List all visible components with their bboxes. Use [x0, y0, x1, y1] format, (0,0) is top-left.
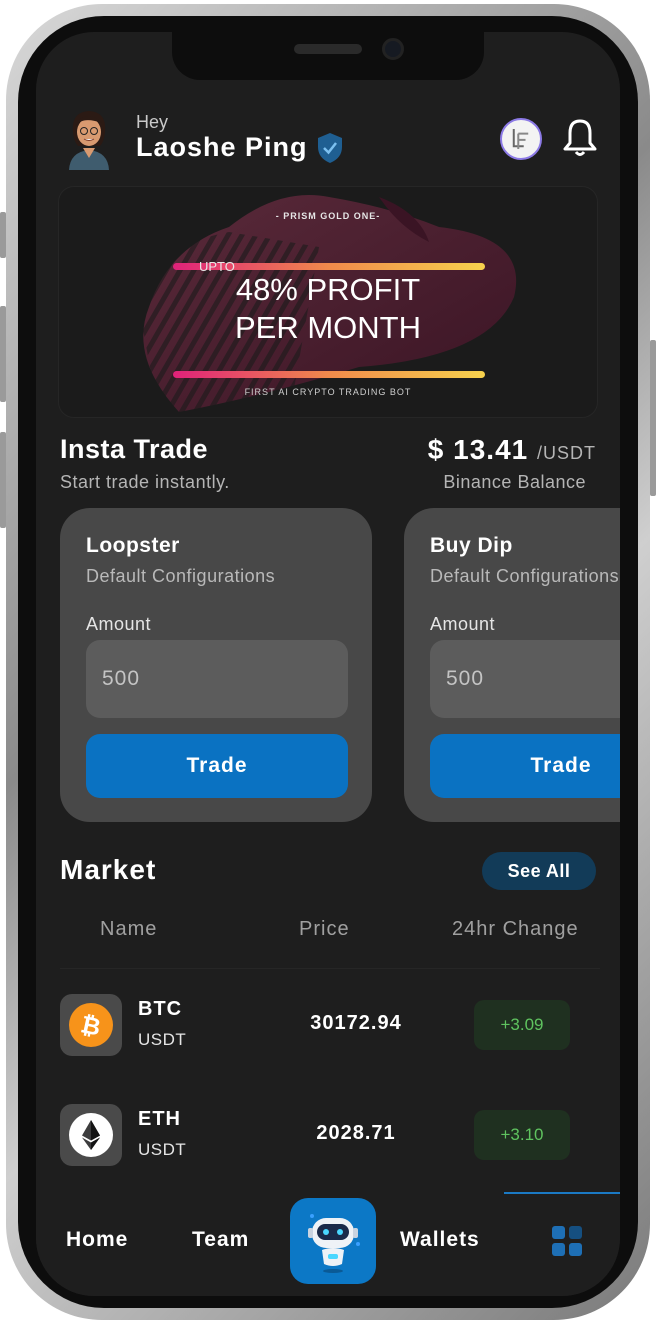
trade-button[interactable]: Trade — [430, 734, 620, 798]
robot-icon — [308, 1214, 360, 1273]
volume-up-button — [0, 306, 6, 402]
card-name: Buy Dip — [430, 534, 513, 557]
column-header-price: Price — [299, 918, 350, 940]
banner-top-text: - PRISM GOLD ONE- — [275, 211, 381, 221]
app-screen: Hey Laoshe Ping - PRISM GOLD ONE- UPTO 4… — [36, 32, 620, 1296]
trade-button[interactable]: Trade — [86, 734, 348, 798]
balance-label: Binance Balance — [443, 472, 586, 492]
greeting-text: Hey — [136, 112, 169, 132]
lf-logo-icon[interactable] — [500, 118, 542, 160]
svg-text:₿: ₿ — [78, 1011, 103, 1041]
verified-shield-icon — [318, 133, 342, 163]
banner-line1: 48% PROFIT — [235, 272, 421, 307]
banner-headline: 48% PROFIT PER MONTH — [59, 271, 597, 347]
coin-quote: USDT — [138, 1030, 187, 1049]
speaker-grille — [294, 44, 362, 54]
ai-bot-button[interactable] — [290, 1198, 376, 1284]
table-divider — [60, 968, 600, 969]
market-row-btc[interactable]: ₿ BTC USDT 30172.94 +3.09 — [60, 994, 600, 1058]
change-badge: +3.09 — [474, 1000, 570, 1050]
amount-input[interactable] — [430, 640, 620, 718]
coin-symbol: ETH — [138, 1108, 181, 1130]
banner-gradient-bar-bottom — [173, 371, 485, 378]
bitcoin-icon: ₿ — [69, 1003, 113, 1047]
column-header-name: Name — [100, 918, 158, 940]
username: Laoshe Ping — [136, 132, 308, 162]
card-subtitle: Default Configurations — [86, 566, 276, 586]
balance-unit: /USDT — [537, 443, 596, 463]
nav-wallets[interactable]: Wallets — [400, 1228, 480, 1252]
insta-trade-subtitle: Start trade instantly. — [60, 472, 230, 492]
banner-line2: PER MONTH — [235, 310, 421, 345]
coin-price: 30172.94 — [310, 1012, 402, 1034]
market-row-eth[interactable]: ETH USDT 2028.71 +3.10 — [60, 1104, 600, 1168]
phone-notch — [172, 32, 484, 80]
bottom-navigation: Home Team Wallets — [36, 1192, 620, 1296]
card-name: Loopster — [86, 534, 180, 557]
balance-amount: $ 13.41 /USDT — [428, 434, 596, 466]
change-badge: +3.10 — [474, 1110, 570, 1160]
front-camera — [382, 38, 404, 60]
nav-home[interactable]: Home — [66, 1228, 128, 1252]
coin-quote: USDT — [138, 1140, 187, 1159]
bell-icon[interactable] — [562, 118, 598, 158]
promo-banner[interactable]: - PRISM GOLD ONE- UPTO 48% PROFIT PER MO… — [58, 186, 598, 418]
amount-label: Amount — [430, 614, 496, 634]
card-subtitle: Default Configurations — [430, 566, 620, 586]
coin-symbol: BTC — [138, 998, 183, 1020]
trade-card-buy-dip: Buy Dip Default Configurations Amount Tr… — [404, 508, 620, 822]
ethereum-icon — [69, 1113, 113, 1157]
active-indicator — [504, 1192, 620, 1194]
app-content: Hey Laoshe Ping - PRISM GOLD ONE- UPTO 4… — [36, 32, 620, 1296]
see-all-button[interactable]: See All — [482, 852, 596, 890]
grid-menu-icon[interactable] — [552, 1226, 582, 1256]
trade-cards-carousel[interactable]: Loopster Default Configurations Amount T… — [60, 508, 620, 824]
balance-value: $ 13.41 — [427, 434, 529, 465]
avatar[interactable] — [64, 108, 114, 170]
trade-card-loopster: Loopster Default Configurations Amount T… — [60, 508, 372, 822]
insta-trade-title: Insta Trade — [60, 434, 209, 464]
amount-label: Amount — [86, 614, 152, 634]
amount-input[interactable] — [86, 640, 348, 718]
coin-price: 2028.71 — [316, 1122, 396, 1144]
power-button — [650, 340, 656, 496]
banner-footer: FIRST AI CRYPTO TRADING BOT — [244, 387, 412, 397]
volume-down-button — [0, 432, 6, 528]
mute-switch — [0, 212, 6, 258]
coin-icon-box — [60, 1104, 122, 1166]
column-header-change: 24hr Change — [452, 918, 579, 940]
coin-icon-box: ₿ — [60, 994, 122, 1056]
market-title: Market — [60, 854, 157, 885]
nav-team[interactable]: Team — [192, 1228, 249, 1252]
